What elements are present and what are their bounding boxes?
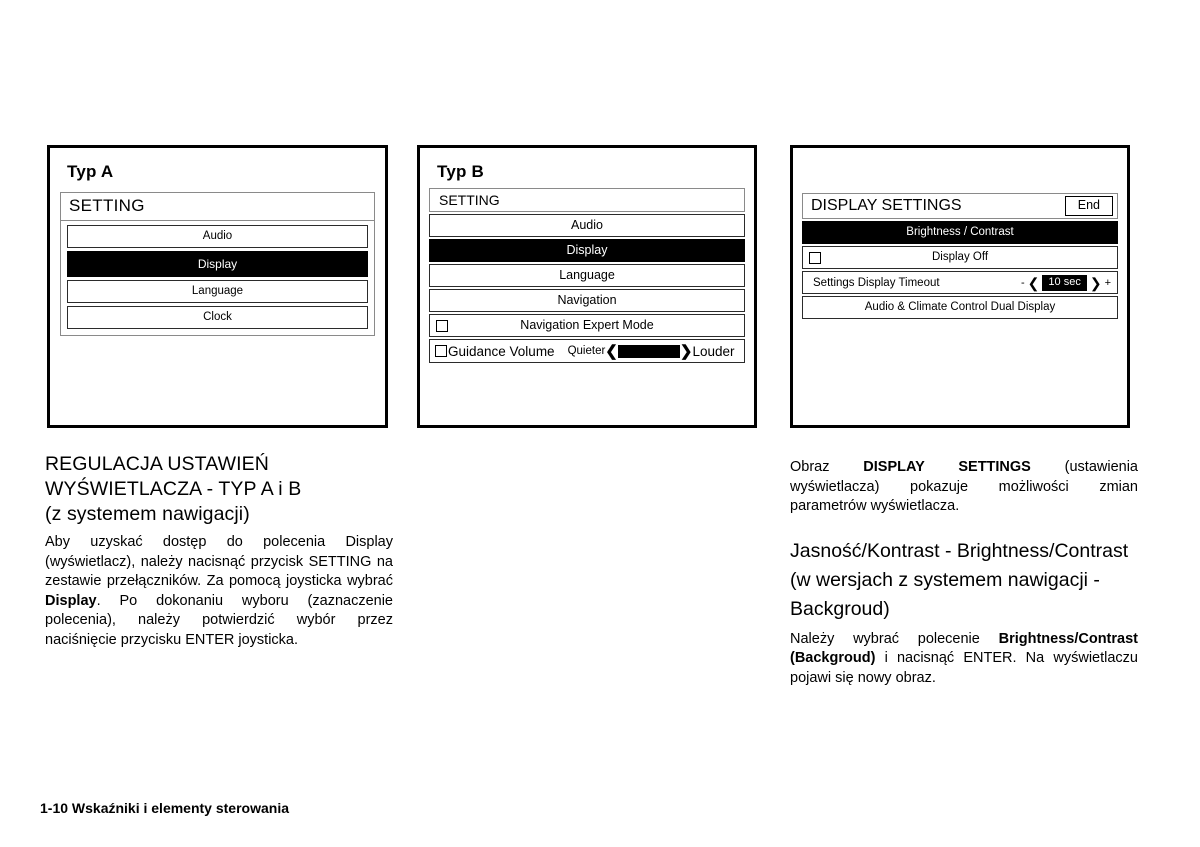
chevron-left-icon[interactable]: ❮	[605, 344, 618, 359]
setting-menu-list-a: Audio Display Language Clock	[61, 221, 374, 335]
page-footer: 1-10 Wskaźniki i elementy sterowania	[40, 800, 289, 816]
left-paragraph-1: Aby uzyskać dostęp do polecenia Display …	[45, 533, 393, 650]
paragraph-text: Aby uzyskać dostęp do polecenia Display …	[45, 534, 393, 589]
guidance-volume-row[interactable]: Guidance Volume Quieter ❮ ❯ Louder	[429, 339, 745, 363]
timeout-stepper[interactable]: - ❮ 10 sec ❯ +	[1021, 274, 1111, 291]
row-audio-climate-dual-display[interactable]: Audio & Climate Control Dual Display	[802, 296, 1118, 319]
end-button[interactable]: End	[1064, 196, 1113, 216]
paragraph-text: Należy wybrać polecenie	[790, 630, 999, 647]
checkbox-display-off[interactable]	[809, 251, 821, 264]
right-text-column: Obraz DISPLAY SETTINGS (ustawienia wyświ…	[790, 452, 1138, 688]
paragraph-bold-display-settings: DISPLAY SETTINGS	[863, 459, 1031, 475]
menu-item-language-b[interactable]: Language	[429, 264, 745, 287]
guidance-volume-min-label: Quieter	[567, 345, 606, 357]
screen-header-setting-b: SETTING	[429, 188, 745, 212]
chevron-right-icon[interactable]: ❯	[680, 344, 693, 359]
minus-icon[interactable]: -	[1021, 277, 1025, 289]
row-settings-display-timeout[interactable]: Settings Display Timeout - ❮ 10 sec ❯ +	[802, 271, 1118, 294]
chevron-left-icon[interactable]: ❮	[1028, 276, 1040, 290]
row-display-off-label: Display Off	[931, 251, 989, 263]
menu-item-audio-b[interactable]: Audio	[429, 214, 745, 237]
guidance-volume-max-label: Louder	[692, 343, 735, 359]
guidance-volume-bar[interactable]	[617, 344, 680, 358]
section-heading-left: REGULACJA USTAWIEŃ WYŚWIETLACZA - TYP A …	[45, 452, 393, 527]
menu-item-label: Navigation Expert Mode	[520, 318, 654, 332]
paragraph-text-cont: . Po dokonaniu wyboru (zaznaczenie polec…	[45, 592, 393, 648]
chevron-right-icon[interactable]: ❯	[1090, 276, 1102, 290]
right-paragraph-2: Należy wybrać polecenie Brightness/Contr…	[790, 630, 1138, 689]
display-settings-title: DISPLAY SETTINGS	[811, 197, 962, 214]
figure-panel-display-settings: DISPLAY SETTINGS End Brightness / Contra…	[790, 145, 1130, 428]
heading-line-1: REGULACJA USTAWIEŃ	[45, 453, 269, 475]
checkbox-navigation-expert-mode[interactable]	[436, 319, 448, 332]
heading-line-3: (z systemem nawigacji)	[45, 503, 250, 525]
section-heading-right: Jasność/Kontrast - Brightness/Contrast (…	[790, 539, 1129, 620]
menu-item-clock-a[interactable]: Clock	[67, 306, 368, 329]
screen-header-setting-a: SETTING	[61, 193, 374, 221]
paragraph-text: Obraz	[790, 459, 864, 475]
checkbox-guidance-volume[interactable]	[435, 345, 447, 357]
display-settings-header: DISPLAY SETTINGS End	[802, 193, 1118, 219]
plus-icon[interactable]: +	[1105, 277, 1111, 289]
left-text-column: REGULACJA USTAWIEŃ WYŚWIETLACZA - TYP A …	[45, 452, 393, 650]
menu-item-navigation-b[interactable]: Navigation	[429, 289, 745, 312]
menu-item-display-b[interactable]: Display	[429, 239, 745, 262]
right-paragraph-1: Obraz DISPLAY SETTINGS (ustawienia wyświ…	[790, 458, 1138, 517]
guidance-volume-label: Guidance Volume	[448, 343, 555, 359]
display-settings-screen: DISPLAY SETTINGS End Brightness / Contra…	[802, 193, 1118, 319]
timeout-label: Settings Display Timeout	[813, 276, 940, 289]
timeout-value: 10 sec	[1042, 274, 1087, 291]
menu-item-display-a[interactable]: Display	[67, 251, 368, 277]
setting-screen-typ-a: SETTING Audio Display Language Clock	[60, 192, 375, 336]
row-brightness-contrast[interactable]: Brightness / Contrast	[802, 221, 1118, 244]
menu-item-navigation-expert-mode[interactable]: Navigation Expert Mode	[429, 314, 745, 337]
figure-panel-typ-a: Typ A SETTING Audio Display Language Clo…	[47, 145, 388, 428]
panel-title-typ-a: Typ A	[67, 162, 114, 181]
setting-screen-typ-b: SETTING Audio Display Language Navigatio…	[429, 188, 745, 363]
paragraph-bold-display: Display	[45, 592, 97, 609]
menu-item-language-a[interactable]: Language	[67, 280, 368, 303]
panel-title-typ-b: Typ B	[437, 162, 484, 181]
heading-line-2: WYŚWIETLACZA - TYP A i B	[45, 478, 302, 500]
figure-panel-typ-b: Typ B SETTING Audio Display Language Nav…	[417, 145, 757, 428]
row-display-off[interactable]: Display Off	[802, 246, 1118, 269]
menu-item-audio-a[interactable]: Audio	[67, 225, 368, 248]
